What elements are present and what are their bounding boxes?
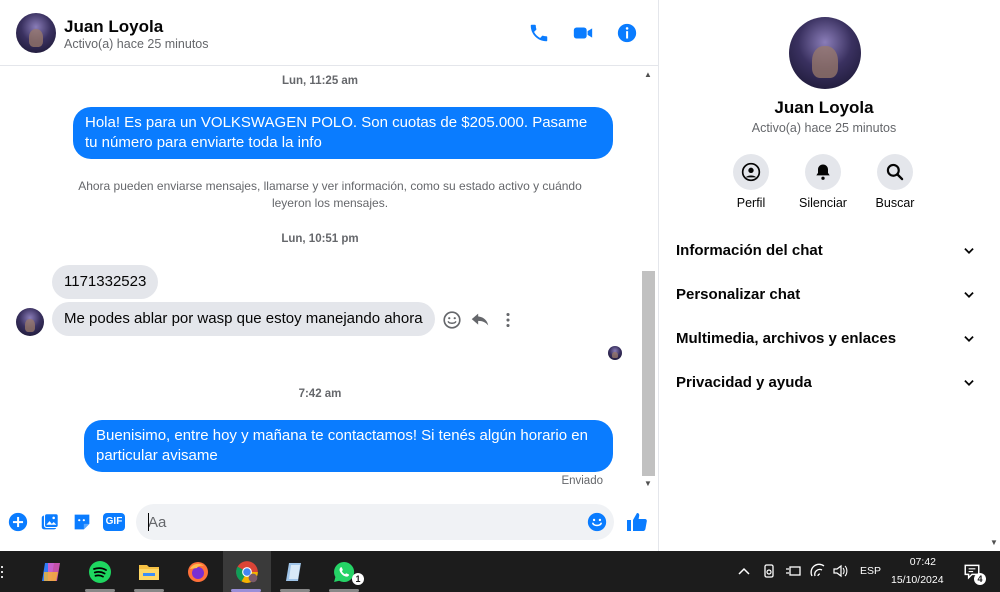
taskbar-file-explorer[interactable] xyxy=(126,551,172,592)
scroll-down-arrow[interactable]: ▼ xyxy=(644,479,652,488)
info-note: Ahora pueden enviarse mensajes, llamarse… xyxy=(78,179,582,210)
taskbar-notes-app[interactable] xyxy=(272,551,318,592)
language-indicator[interactable]: ESP xyxy=(860,565,881,577)
section-label: Información del chat xyxy=(676,242,823,259)
scroll-down-arrow[interactable]: ▼ xyxy=(990,538,998,547)
chevron-down-icon xyxy=(964,292,974,298)
message-list: Lun, 11:25 am Hola! Es para un VOLKSWAGE… xyxy=(0,66,640,492)
window-scrollbar[interactable]: ▼ xyxy=(988,0,1000,551)
taskbar: 1 ESP 07:42 15/10/2024 4 xyxy=(0,551,1000,592)
scroll-up-arrow[interactable]: ▲ xyxy=(644,70,652,79)
section-label: Privacidad y ayuda xyxy=(676,374,812,391)
folder-icon xyxy=(139,564,159,580)
notes-icon xyxy=(286,562,301,581)
taskbar-spotify[interactable] xyxy=(77,551,123,592)
contact-avatar-large[interactable] xyxy=(789,17,861,89)
chevron-up-icon[interactable] xyxy=(736,563,752,579)
mute-label: Silenciar xyxy=(799,196,847,210)
taskbar-whatsapp[interactable]: 1 xyxy=(321,551,367,592)
contact-name: Juan Loyola xyxy=(774,98,874,117)
taskview-button[interactable] xyxy=(0,551,14,592)
taskbar-firefox[interactable] xyxy=(175,551,221,592)
info-icon[interactable] xyxy=(616,22,638,44)
message-input[interactable] xyxy=(136,504,614,540)
spotify-icon xyxy=(89,560,111,583)
video-call-icon[interactable] xyxy=(572,22,594,44)
chevron-down-icon xyxy=(964,380,974,386)
message-outgoing[interactable]: Buenisimo, entre hoy y mañana te contact… xyxy=(84,420,613,472)
section-chat-info[interactable]: Información del chat xyxy=(676,236,976,266)
chat-panel: Juan Loyola Activo(a) hace 25 minutos Lu… xyxy=(0,0,659,551)
gif-button[interactable]: GIF xyxy=(103,513,125,531)
phone-icon[interactable] xyxy=(528,22,550,44)
like-icon[interactable] xyxy=(625,510,649,534)
chat-scrollbar[interactable]: ▲ ▼ xyxy=(641,66,657,492)
mute-button[interactable]: Silenciar xyxy=(783,154,863,210)
chat-header: Juan Loyola Activo(a) hace 25 minutos xyxy=(0,0,659,66)
photo-icon[interactable] xyxy=(39,511,61,533)
unread-badge: 1 xyxy=(352,573,364,585)
sticker-icon[interactable] xyxy=(71,511,93,533)
section-privacy-help[interactable]: Privacidad y ayuda xyxy=(676,368,976,398)
react-icon[interactable] xyxy=(441,309,463,331)
section-customize-chat[interactable]: Personalizar chat xyxy=(676,280,976,310)
search-button[interactable]: Buscar xyxy=(855,154,935,210)
taskbar-copilot[interactable] xyxy=(28,551,74,592)
grid-icon xyxy=(1,565,3,578)
reply-icon[interactable] xyxy=(469,309,491,331)
clock-time[interactable]: 07:42 xyxy=(904,556,936,568)
timestamp: Lun, 10:51 pm xyxy=(281,233,359,245)
seen-avatar xyxy=(608,346,622,360)
tablet-icon[interactable] xyxy=(761,563,777,579)
more-options-icon[interactable] xyxy=(497,309,519,331)
battery-plug-icon[interactable] xyxy=(785,563,801,579)
volume-icon[interactable] xyxy=(832,563,848,579)
contact-avatar[interactable] xyxy=(16,13,56,53)
message-incoming[interactable]: 1171332523 xyxy=(52,265,159,299)
search-label: Buscar xyxy=(875,196,915,210)
profile-button[interactable]: Perfil xyxy=(711,154,791,210)
firefox-icon xyxy=(188,561,208,582)
message-incoming[interactable]: Me podes ablar por wasp que estoy maneja… xyxy=(52,302,435,336)
section-label: Multimedia, archivos y enlaces xyxy=(676,330,897,347)
bell-icon xyxy=(816,164,830,180)
composer: GIF xyxy=(0,500,659,544)
clock-date[interactable]: 15/10/2024 xyxy=(891,574,944,586)
contact-status: Activo(a) hace 25 minutos xyxy=(64,37,209,51)
profile-icon xyxy=(741,162,761,182)
wifi-icon[interactable] xyxy=(810,563,826,579)
search-icon xyxy=(886,163,904,181)
section-media-files-links[interactable]: Multimedia, archivos y enlaces xyxy=(676,324,976,354)
text-caret xyxy=(148,513,149,531)
contact-info-panel: Juan Loyola Activo(a) hace 25 minutos Pe… xyxy=(660,0,988,551)
message-outgoing[interactable]: Hola! Es para un VOLKSWAGEN POLO. Son cu… xyxy=(73,107,613,159)
contact-status: Activo(a) hace 25 minutos xyxy=(751,121,897,135)
emoji-icon[interactable] xyxy=(586,511,608,533)
section-label: Personalizar chat xyxy=(676,286,801,303)
chevron-down-icon xyxy=(964,248,974,254)
taskbar-chrome[interactable] xyxy=(223,551,271,592)
profile-label: Perfil xyxy=(736,196,766,210)
notification-count-badge: 4 xyxy=(974,573,986,585)
sent-status: Enviado xyxy=(561,475,603,487)
timestamp: Lun, 11:25 am xyxy=(281,75,359,87)
chrome-icon xyxy=(236,560,258,583)
contact-avatar-small xyxy=(16,308,44,336)
chevron-down-icon xyxy=(964,336,974,342)
timestamp: 7:42 am xyxy=(298,388,342,400)
plus-icon[interactable] xyxy=(7,511,29,533)
contact-name[interactable]: Juan Loyola xyxy=(64,17,163,37)
scroll-thumb[interactable] xyxy=(642,271,655,476)
copilot-icon xyxy=(42,562,60,581)
